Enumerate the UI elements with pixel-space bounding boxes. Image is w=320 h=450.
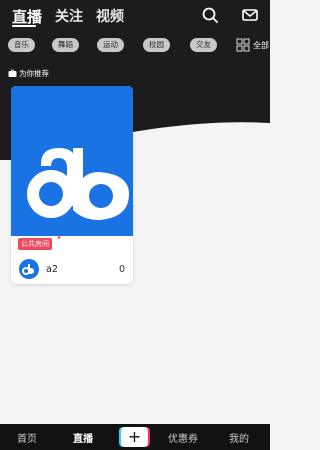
category-friends[interactable]: 交友 — [190, 38, 217, 52]
category-campus[interactable]: 校园 — [143, 38, 170, 52]
recommend-label: 为你推荐 — [19, 69, 49, 78]
avatar-logo — [22, 264, 34, 275]
nav-home[interactable]: 首页 — [17, 430, 37, 445]
streamer-name: a2 — [46, 264, 58, 275]
category-sports[interactable]: 运动 — [97, 38, 124, 52]
avatar[interactable] — [19, 259, 39, 279]
search-icon[interactable] — [201, 6, 219, 24]
room-type-badge: 公共房间 — [18, 238, 52, 250]
tab-follow[interactable]: 关注 — [55, 6, 83, 26]
active-tab-indicator — [12, 25, 36, 27]
category-bar: 音乐 舞蹈 运动 校园 交友 全部 — [0, 38, 270, 56]
room-cover — [11, 86, 133, 236]
tv-icon — [8, 69, 17, 77]
all-categories-button[interactable]: 全部 — [236, 38, 270, 52]
create-button[interactable]: + — [121, 427, 148, 447]
tab-live[interactable]: 直播 — [12, 6, 42, 27]
sparkle-icon: ✦ — [56, 234, 62, 242]
nav-mine[interactable]: 我的 — [229, 430, 249, 445]
viewer-count: 0 — [118, 264, 125, 275]
category-dance[interactable]: 舞蹈 — [52, 38, 79, 52]
top-bar: 直播 关注 视频 — [0, 0, 270, 32]
cover-logo — [11, 148, 133, 236]
nav-coupon[interactable]: 优惠券 — [168, 430, 198, 445]
nav-live[interactable]: 直播 — [73, 430, 93, 445]
live-room-card[interactable]: 公共房间 ✦ a2 0 — [11, 86, 133, 284]
tab-video[interactable]: 视频 — [96, 6, 124, 26]
plus-icon: + — [127, 427, 142, 446]
mail-icon[interactable] — [241, 6, 259, 24]
grid-icon — [236, 38, 250, 52]
category-music[interactable]: 音乐 — [8, 38, 35, 52]
all-categories-label: 全部 — [253, 41, 269, 50]
bottom-nav: 首页 直播 + 优惠券 我的 — [0, 424, 270, 450]
